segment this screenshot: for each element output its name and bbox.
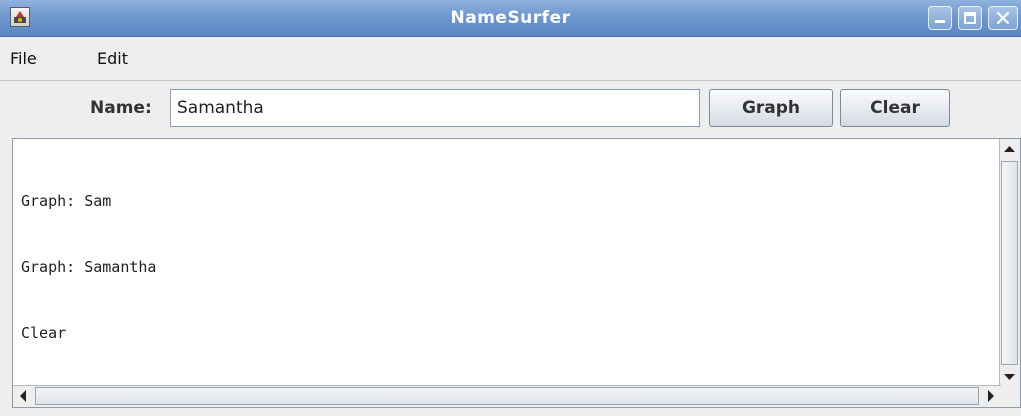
menu-edit[interactable]: Edit (97, 37, 128, 80)
scroll-down-arrow-icon[interactable] (1000, 367, 1019, 387)
log-text-area[interactable]: Graph: Sam Graph: Samantha Clear (13, 139, 1001, 387)
vertical-scroll-thumb[interactable] (1001, 161, 1018, 365)
name-label: Name: (90, 98, 152, 118)
horizontal-scroll-thumb[interactable] (35, 387, 979, 405)
log-line: Clear (21, 324, 67, 342)
menu-file[interactable]: File (10, 37, 37, 80)
namesurfer-window: NameSurfer File Edit Name: Graph Clear (0, 0, 1021, 416)
minimize-icon[interactable] (928, 6, 952, 30)
scroll-left-arrow-icon[interactable] (13, 386, 32, 406)
title-bar[interactable]: NameSurfer (0, 0, 1021, 37)
clear-button[interactable]: Clear (840, 89, 950, 127)
name-input[interactable] (170, 89, 700, 127)
maximize-icon[interactable] (958, 6, 982, 30)
log-line: Graph: Sam (21, 192, 112, 210)
vertical-scrollbar[interactable] (999, 139, 1020, 387)
menu-bar: File Edit (0, 37, 1021, 81)
scroll-up-arrow-icon[interactable] (1000, 139, 1019, 159)
control-panel: Name: Graph Clear (0, 81, 1021, 137)
close-icon[interactable] (988, 6, 1018, 30)
log-line: Graph: Samantha (21, 258, 157, 276)
scroll-corner (1000, 386, 1020, 407)
scroll-right-arrow-icon[interactable] (982, 386, 1001, 406)
horizontal-scrollbar[interactable] (13, 385, 1001, 407)
graph-button[interactable]: Graph (709, 89, 833, 127)
window-title: NameSurfer (450, 8, 571, 28)
log-scroll-pane[interactable]: Graph: Sam Graph: Samantha Clear (12, 138, 1021, 408)
